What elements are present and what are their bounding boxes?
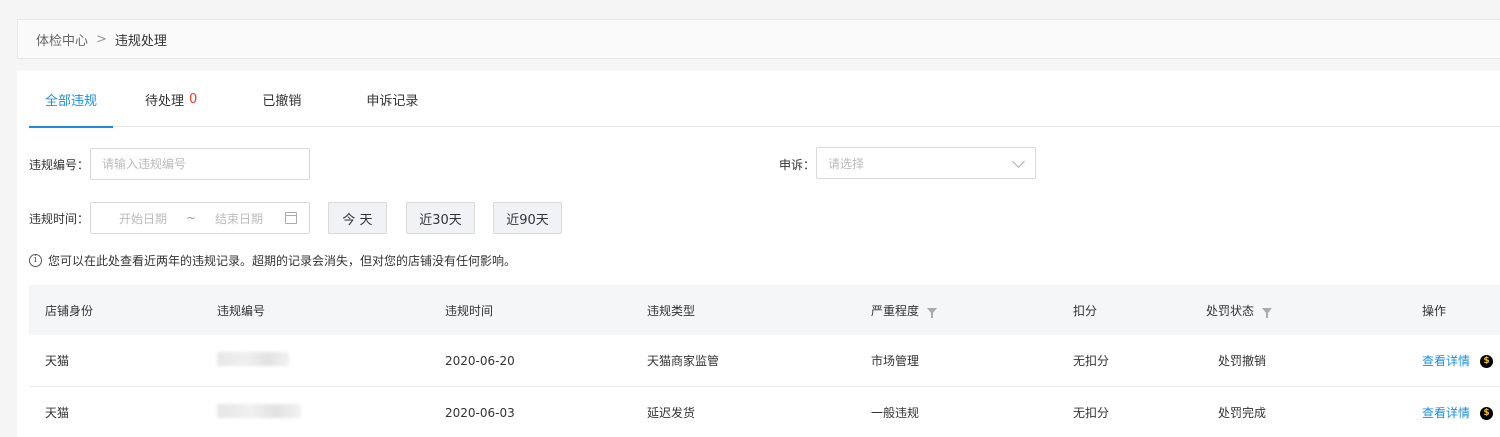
end-date-input[interactable]: 结束日期 — [199, 210, 279, 227]
header-status[interactable]: 处罚状态 — [1206, 302, 1273, 319]
filter-icon[interactable] — [1262, 308, 1273, 318]
breadcrumb-separator: > — [96, 31, 107, 47]
date-range-picker[interactable]: 开始日期 ~ 结束日期 — [90, 202, 310, 234]
cell-severity: 一般违规 — [871, 406, 920, 420]
header-time: 违规时间 — [445, 303, 494, 318]
info-icon: i — [29, 254, 42, 267]
tab-bar: 全部违规 待处理 0 已撤销 申诉记录 — [29, 71, 1500, 128]
start-date-input[interactable]: 开始日期 — [103, 210, 183, 227]
filter-icon[interactable] — [927, 308, 938, 318]
view-details-link[interactable]: 查看详情 — [1422, 406, 1470, 420]
cell-violation-id — [217, 404, 301, 421]
header-identity: 店铺身份 — [45, 303, 94, 318]
notice-text: 您可以在此处查看近两年的违规记录。超期的记录会消失，但对您的店铺没有任何影响。 — [48, 254, 517, 268]
notice: i 您可以在此处查看近两年的违规记录。超期的记录会消失，但对您的店铺没有任何影响… — [29, 252, 516, 269]
coin-icon[interactable]: $ — [1480, 355, 1494, 368]
table-row: 天猫 2020-06-03 延迟发货 一般违规 无扣分 处罚完成 查看详情 $ — [29, 387, 1500, 437]
breadcrumb-current: 违规处理 — [114, 33, 167, 49]
header-action: 操作 — [1422, 303, 1447, 318]
violation-id-label: 违规编号： — [29, 158, 90, 172]
pending-count: 0 — [189, 91, 198, 107]
header-violation-id: 违规编号 — [217, 303, 266, 318]
cell-type: 天猫商家监管 — [647, 354, 720, 368]
cell-status: 处罚撤销 — [1218, 354, 1267, 368]
today-button[interactable]: 今 天 — [328, 202, 387, 234]
cell-time: 2020-06-20 — [445, 353, 515, 368]
last-30-days-button[interactable]: 近30天 — [406, 202, 475, 234]
breadcrumb: 体检中心 > 违规处理 — [17, 19, 1500, 59]
violation-time-label: 违规时间： — [29, 212, 90, 226]
cell-status: 处罚完成 — [1218, 406, 1267, 420]
table-header: 店铺身份 违规编号 违规时间 违规类型 严重程度 扣分 处罚状态 操作 — [29, 285, 1500, 335]
tab-appeal-records[interactable]: 申诉记录 — [366, 71, 418, 127]
coin-icon[interactable]: $ — [1480, 407, 1494, 420]
view-details-link[interactable]: 查看详情 — [1422, 354, 1470, 368]
range-separator: ~ — [185, 211, 197, 225]
cell-points: 无扣分 — [1073, 354, 1110, 368]
cell-action: 查看详情 $ — [1422, 404, 1494, 421]
main-panel: 全部违规 待处理 0 已撤销 申诉记录 违规编号： 申诉： 请选择 违规时间： … — [17, 71, 1500, 437]
cell-severity: 市场管理 — [871, 354, 920, 368]
calendar-icon — [285, 212, 297, 224]
tab-pending[interactable]: 待处理 0 — [145, 71, 197, 127]
last-90-days-button[interactable]: 近90天 — [493, 202, 562, 234]
tab-revoked[interactable]: 已撤销 — [262, 71, 301, 127]
violation-id-input[interactable] — [90, 148, 310, 180]
cell-action: 查看详情 $ — [1422, 352, 1494, 369]
cell-type: 延迟发货 — [647, 406, 696, 420]
header-type: 违规类型 — [647, 303, 696, 318]
cell-points: 无扣分 — [1073, 406, 1110, 420]
cell-violation-id — [217, 352, 289, 369]
cell-time: 2020-06-03 — [445, 405, 515, 420]
breadcrumb-root[interactable]: 体检中心 — [36, 30, 88, 49]
appeal-label: 申诉： — [779, 158, 816, 172]
header-severity[interactable]: 严重程度 — [871, 302, 938, 319]
table-row: 天猫 2020-06-20 天猫商家监管 市场管理 无扣分 处罚撤销 查看详情 $ — [29, 335, 1500, 387]
violations-table: 店铺身份 违规编号 违规时间 违规类型 严重程度 扣分 处罚状态 操作 天猫 2… — [29, 285, 1500, 437]
cell-identity: 天猫 — [45, 406, 70, 420]
header-points: 扣分 — [1073, 303, 1098, 318]
appeal-select[interactable]: 请选择 — [816, 147, 1036, 179]
chevron-down-icon — [1012, 155, 1025, 168]
tab-all-violations[interactable]: 全部违规 — [29, 71, 114, 128]
cell-identity: 天猫 — [45, 354, 70, 368]
